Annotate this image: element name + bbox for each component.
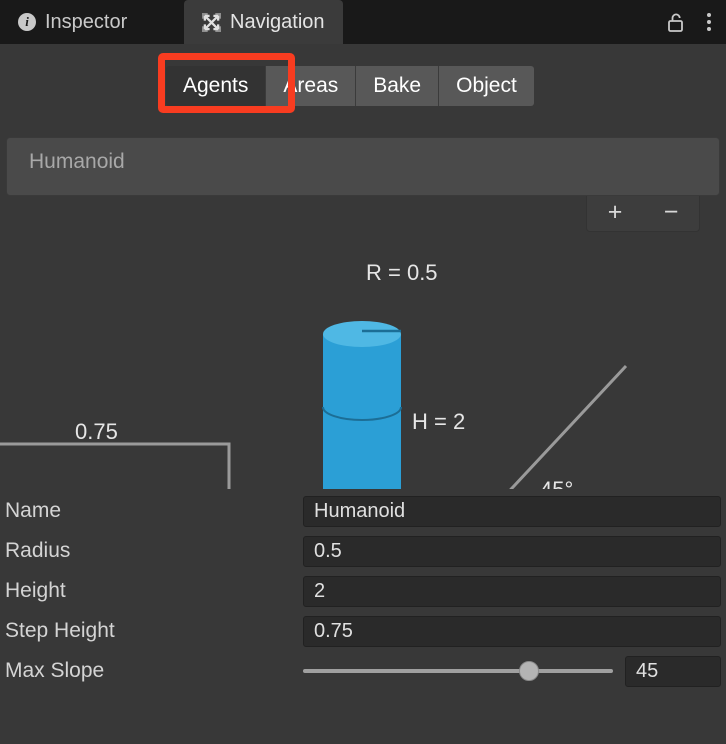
window-tab-inspector[interactable]: i Inspector [0, 0, 145, 44]
radius-label: R = 0.5 [366, 260, 438, 285]
height-label: H = 2 [412, 409, 465, 434]
step-height-label: 0.75 [75, 419, 118, 444]
add-agent-button[interactable]: + [587, 196, 643, 231]
tab-bake-label: Bake [373, 74, 422, 97]
slope-angle-label: 45° [540, 477, 573, 489]
kebab-menu-icon[interactable] [700, 11, 718, 33]
radius-input[interactable]: 0.5 [303, 535, 721, 567]
tab-areas-label: Areas [283, 74, 339, 97]
height-input[interactable]: 2 [303, 575, 721, 607]
property-label-step-height: Step Height [5, 619, 115, 642]
window-tab-navigation[interactable]: Navigation [184, 0, 343, 44]
name-input[interactable]: Humanoid [303, 495, 721, 527]
slider-handle[interactable] [519, 661, 540, 681]
tab-agents[interactable]: Agents [166, 66, 267, 106]
max-slope-input[interactable]: 45 [625, 655, 721, 687]
tab-bake[interactable]: Bake [356, 66, 440, 106]
list-item[interactable]: Humanoid [29, 150, 125, 174]
slider-track[interactable] [303, 669, 613, 673]
property-row-height: Height 2 [0, 571, 726, 611]
slope-line [509, 364, 628, 489]
info-icon: i [18, 13, 36, 31]
step-height-input[interactable]: 0.75 [303, 615, 721, 647]
property-row-radius: Radius 0.5 [0, 531, 726, 571]
property-row-name: Name Humanoid [0, 491, 726, 531]
navigation-panel: Agents Areas Bake Object Humanoid + − R … [0, 44, 726, 744]
property-label-height: Height [5, 579, 66, 602]
window-tab-strip: i Inspector Navigation [0, 0, 726, 44]
tab-agents-label: Agents [183, 74, 249, 97]
navigation-mode-toolbar: Agents Areas Bake Object [166, 66, 534, 106]
remove-agent-button[interactable]: − [643, 196, 699, 231]
agent-cylinder [322, 321, 402, 489]
property-row-step-height: Step Height 0.75 [0, 611, 726, 651]
window-tab-inspector-label: Inspector [45, 10, 128, 33]
agent-list[interactable]: Humanoid [6, 137, 720, 196]
tab-object[interactable]: Object [439, 66, 534, 106]
property-label-radius: Radius [5, 539, 71, 562]
property-row-max-slope: Max Slope 45 [0, 651, 726, 691]
agent-properties: Name Humanoid Radius 0.5 Height 2 Step H… [0, 491, 726, 691]
tab-object-label: Object [456, 74, 517, 97]
navigation-icon [202, 12, 221, 32]
step-outline [0, 442, 231, 489]
property-label-name: Name [5, 499, 62, 522]
tab-areas[interactable]: Areas [266, 66, 357, 106]
max-slope-slider[interactable] [303, 659, 613, 683]
lock-open-icon[interactable] [666, 12, 686, 32]
agent-preview-diagram: R = 0.5 H = 2 0.75 45° [0, 234, 726, 489]
agent-list-buttons: + − [586, 196, 700, 232]
window-tab-navigation-label: Navigation [230, 10, 325, 33]
property-label-max-slope: Max Slope [5, 659, 105, 682]
window-tab-strip-actions [666, 0, 718, 44]
